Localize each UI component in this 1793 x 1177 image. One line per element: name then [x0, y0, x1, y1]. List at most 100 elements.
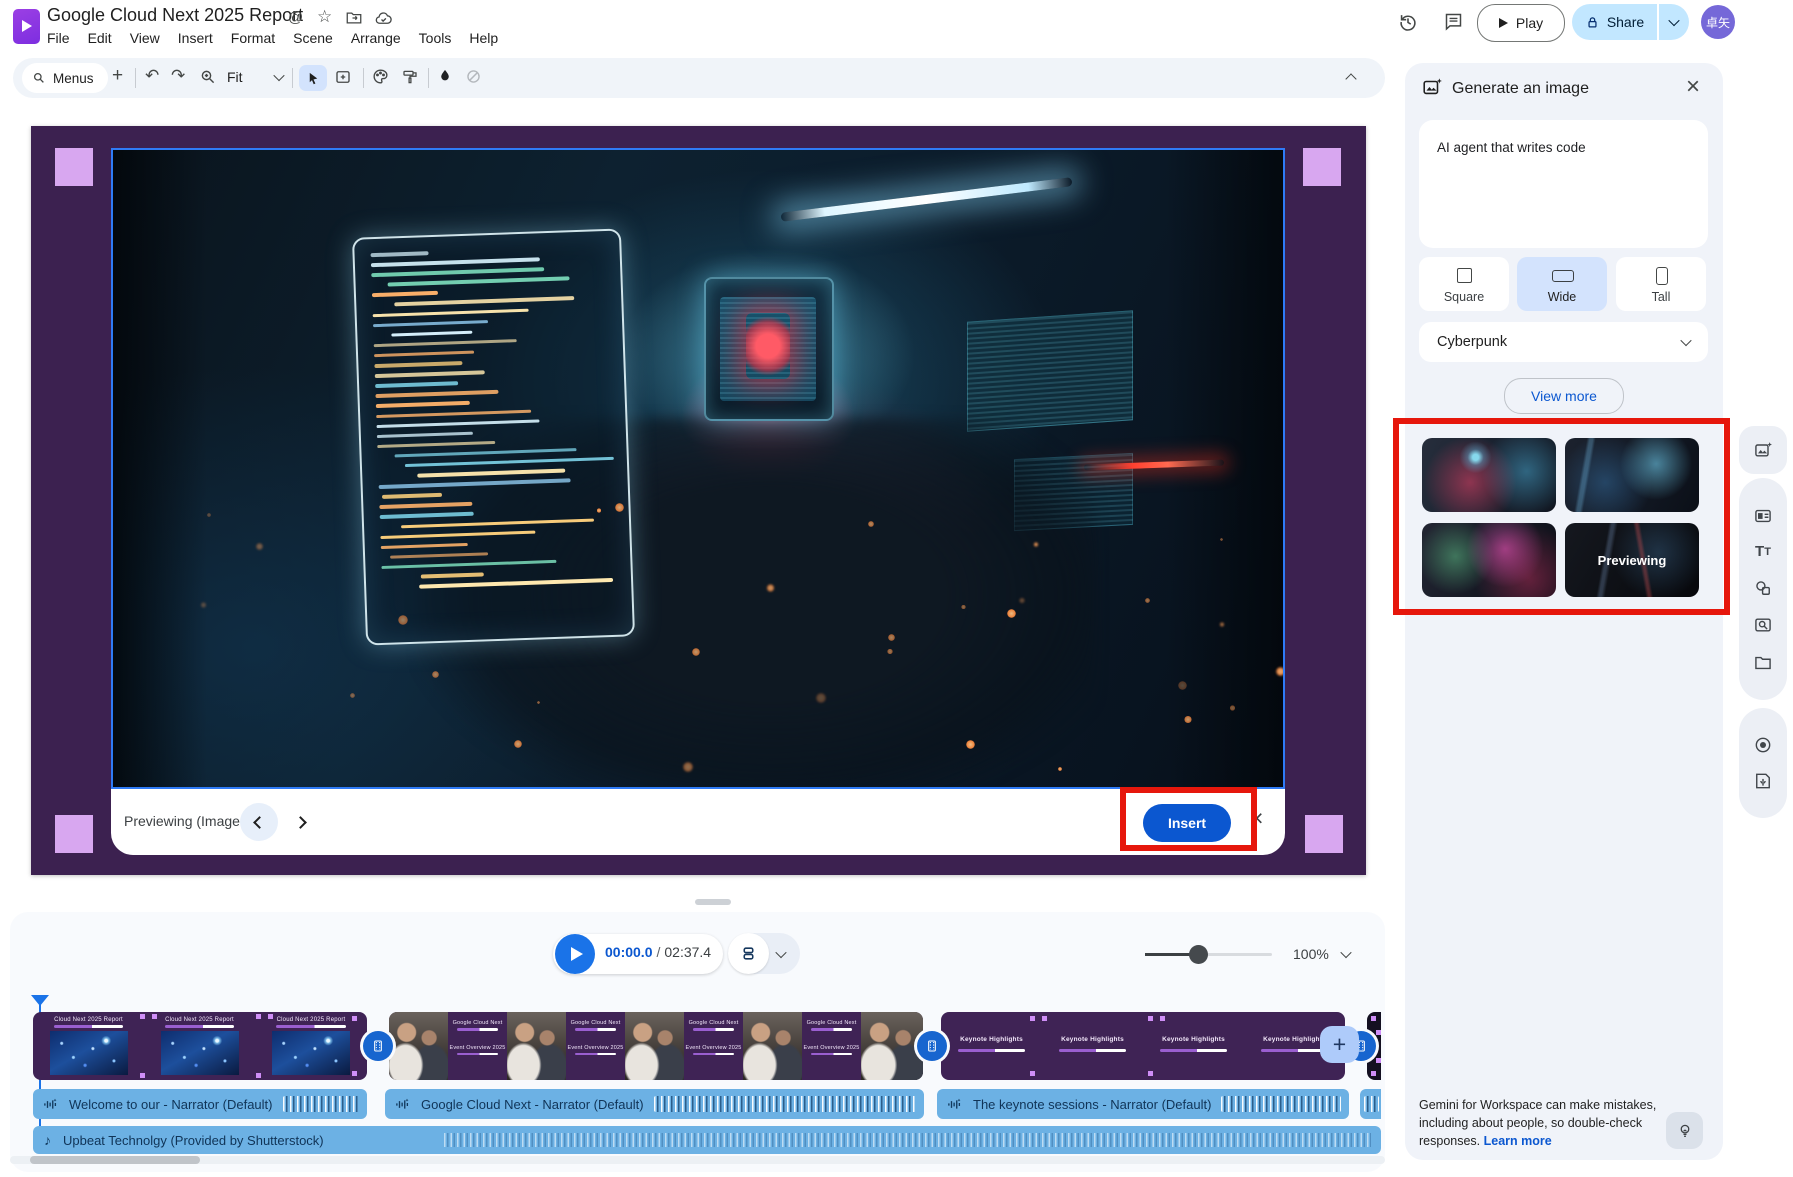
menu-scene[interactable]: Scene [284, 27, 342, 49]
menu-format[interactable]: Format [222, 27, 284, 49]
timeline-zoom-level[interactable]: 100% [1293, 946, 1329, 962]
menus-search-button[interactable]: Menus [22, 63, 108, 93]
timeline-play-button[interactable] [555, 934, 595, 974]
avatar[interactable]: 卓矢 [1701, 5, 1735, 39]
narration-item[interactable]: Welcome to our - Narrator (Default) [33, 1089, 367, 1119]
view-more-button[interactable]: View more [1504, 378, 1624, 414]
aspect-option-square[interactable]: Square [1419, 257, 1509, 311]
transition-button[interactable] [363, 1031, 393, 1061]
star-icon[interactable]: ☆ [317, 7, 332, 27]
timeline-zoom-slider[interactable] [1145, 953, 1272, 956]
paint-format-icon[interactable] [401, 68, 419, 86]
narration-item[interactable]: The keynote sessions - Narrator (Default… [937, 1089, 1349, 1119]
video-clip-scene2[interactable]: Google Cloud Next Event Overview 2025 Go… [389, 1012, 923, 1080]
generated-thumbnail-3[interactable] [1422, 523, 1556, 597]
timeline-scrollbar-track[interactable] [10, 1156, 1385, 1164]
shapes-icon[interactable] [1753, 578, 1773, 598]
slide-progress-line [958, 1049, 1025, 1052]
style-value: Cyberpunk [1437, 334, 1507, 350]
record-icon[interactable] [1753, 735, 1773, 755]
add-icon[interactable]: + [112, 65, 123, 87]
menu-arrange[interactable]: Arrange [342, 27, 410, 49]
insert-frame-icon[interactable] [334, 68, 352, 86]
select-tool-button[interactable] [299, 65, 327, 91]
zoom-icon[interactable] [199, 68, 217, 86]
palette-icon[interactable] [371, 67, 390, 86]
next-image-button[interactable] [281, 803, 319, 841]
generated-thumbnail-2[interactable] [1565, 438, 1699, 512]
menu-help[interactable]: Help [460, 27, 507, 49]
document-title[interactable]: Google Cloud Next 2025 Report [47, 5, 303, 26]
border-color-icon[interactable] [464, 67, 483, 86]
video-clip-scene3[interactable]: Keynote Highlights Keynote Highlights Ke… [941, 1012, 1345, 1080]
previous-image-button[interactable] [240, 803, 278, 841]
generated-image-preview[interactable] [111, 148, 1285, 789]
search-icon [32, 71, 46, 85]
plus-icon: + [1333, 1033, 1346, 1056]
comments-icon[interactable] [1443, 11, 1464, 32]
learn-more-link[interactable]: Learn more [1484, 1134, 1552, 1148]
menu-tools[interactable]: Tools [410, 27, 461, 49]
play-triangle-icon [571, 947, 583, 961]
style-select[interactable]: Cyberpunk [1419, 322, 1708, 362]
fill-color-icon[interactable] [436, 67, 454, 85]
selection-handle [268, 1014, 273, 1019]
insert-button[interactable]: Insert [1143, 804, 1231, 842]
aspect-option-wide[interactable]: Wide [1517, 257, 1607, 311]
close-panel-icon[interactable]: × [1686, 73, 1700, 101]
share-dropdown-button[interactable] [1659, 4, 1689, 40]
panel-resize-handle[interactable] [695, 899, 731, 905]
app-header: Google Cloud Next 2025 Report @ ☆ File E… [0, 0, 1793, 56]
menu-edit[interactable]: Edit [79, 27, 121, 49]
undo-icon[interactable]: ↶ [145, 66, 159, 86]
menu-view[interactable]: View [121, 27, 169, 49]
generated-thumbnail-1[interactable] [1422, 438, 1556, 512]
timeline-scrollbar-thumb[interactable] [30, 1156, 200, 1164]
slide-thumb: Google Cloud Next Event Overview 2025 [684, 1012, 743, 1080]
drive-folder-icon[interactable] [1753, 653, 1773, 673]
menu-insert[interactable]: Insert [169, 27, 222, 49]
vids-logo[interactable] [13, 9, 40, 44]
scenes-view-button[interactable] [728, 933, 769, 974]
version-history-icon[interactable] [1397, 11, 1419, 33]
selection-handle [152, 1014, 157, 1019]
slider-thumb[interactable] [1189, 945, 1208, 964]
gemini-tips-button[interactable] [1666, 1112, 1703, 1149]
image-prompt-input[interactable]: AI agent that writes code [1419, 120, 1708, 248]
slide-thumb-image [50, 1031, 128, 1075]
bokeh-layer [113, 150, 1283, 787]
aspect-option-tall[interactable]: Tall [1616, 257, 1706, 311]
strip-generate-image-tile[interactable] [1739, 426, 1787, 474]
transcript-mic-icon[interactable] [1753, 771, 1773, 791]
narration-item-clipped[interactable] [1360, 1089, 1381, 1119]
redo-icon[interactable]: ↷ [171, 66, 185, 86]
play-button[interactable]: Play [1477, 4, 1565, 42]
narration-icon [395, 1097, 410, 1112]
square-aspect-icon [1457, 268, 1472, 283]
narration-icon [947, 1097, 962, 1112]
music-track-item[interactable]: ♪ Upbeat Technolgy (Provided by Shutters… [33, 1126, 1381, 1154]
menu-file[interactable]: File [38, 27, 79, 49]
transition-icon [370, 1038, 386, 1054]
video-frame-photo [507, 1012, 566, 1080]
slide-thumb-title: Google Cloud Next [802, 1020, 861, 1026]
zoom-fit-chevron-icon[interactable] [273, 70, 284, 81]
stock-media-icon[interactable] [1753, 615, 1773, 635]
zoom-fit-select[interactable]: Fit [227, 69, 243, 85]
at-mention-icon[interactable]: @ [288, 9, 303, 26]
text-icon[interactable]: TT [1755, 543, 1771, 560]
transition-button[interactable] [917, 1031, 947, 1061]
generated-thumbnail-4-previewing[interactable]: Previewing [1565, 523, 1699, 597]
close-preview-icon[interactable]: × [1250, 805, 1263, 832]
slide-decoration-square [1303, 148, 1341, 186]
video-clip-scene1[interactable]: Cloud Next 2025 Report Cloud Next 2025 R… [33, 1012, 367, 1080]
share-button[interactable]: Share [1572, 4, 1657, 40]
add-scene-button[interactable]: + [1320, 1026, 1359, 1063]
collapse-toolbar-icon[interactable] [1345, 73, 1356, 84]
slide-progress-line [575, 1028, 616, 1031]
selection-handle [256, 1073, 261, 1078]
play-triangle-icon [1499, 18, 1508, 28]
templates-icon[interactable] [1753, 506, 1773, 526]
narration-item[interactable]: Google Cloud Next - Narrator (Default) [385, 1089, 924, 1119]
scenes-icon [740, 945, 757, 962]
